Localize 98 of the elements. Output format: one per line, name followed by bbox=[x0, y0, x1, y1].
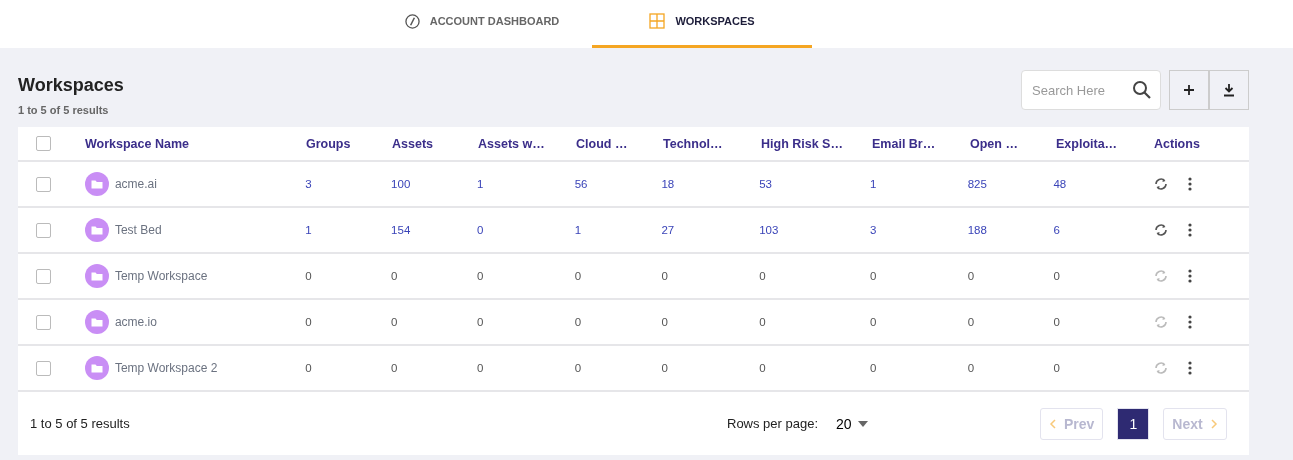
column-header[interactable]: Technol… bbox=[663, 136, 723, 151]
table-cell[interactable]: 1 bbox=[305, 224, 312, 236]
more-icon[interactable] bbox=[1188, 177, 1193, 191]
table-cell: 0 bbox=[574, 270, 582, 282]
checkbox[interactable] bbox=[36, 314, 51, 330]
more-icon[interactable] bbox=[1188, 269, 1193, 283]
table-cell: 0 bbox=[305, 362, 312, 374]
table-cell[interactable]: 0 bbox=[476, 224, 484, 236]
column-header[interactable]: Workspace Name bbox=[85, 136, 189, 151]
column-header[interactable]: Actions bbox=[1154, 136, 1200, 151]
results-count: 1 to 5 of 5 results bbox=[18, 104, 110, 116]
folder-icon bbox=[84, 356, 109, 380]
sync-icon[interactable] bbox=[1154, 223, 1169, 237]
folder-icon bbox=[84, 310, 109, 334]
column-header[interactable]: Groups bbox=[306, 136, 351, 151]
table-cell: 0 bbox=[869, 270, 877, 282]
more-icon[interactable] bbox=[1188, 361, 1193, 375]
download-button[interactable] bbox=[1209, 70, 1249, 110]
table-cell[interactable]: 3 bbox=[305, 178, 312, 190]
table-cell: 0 bbox=[476, 316, 484, 328]
gauge-icon bbox=[404, 13, 420, 29]
table-cell: 0 bbox=[1053, 316, 1060, 328]
table-cell: 0 bbox=[391, 270, 398, 282]
sync-icon[interactable] bbox=[1154, 177, 1169, 191]
column-header[interactable]: Open … bbox=[970, 136, 1018, 151]
table-cell: 0 bbox=[661, 316, 668, 328]
folder-icon bbox=[84, 218, 109, 242]
workspace-name[interactable]: Temp Workspace 2 bbox=[114, 361, 218, 375]
table-cell: 0 bbox=[869, 362, 877, 374]
checkbox[interactable] bbox=[36, 360, 51, 376]
table-cell[interactable]: 1 bbox=[574, 224, 582, 236]
table-cell: 0 bbox=[967, 316, 975, 328]
workspace-name[interactable]: acme.ai bbox=[114, 177, 157, 191]
more-icon[interactable] bbox=[1188, 223, 1193, 237]
table-cell: 0 bbox=[759, 362, 766, 374]
checkbox[interactable] bbox=[36, 176, 51, 192]
grid-icon bbox=[649, 13, 666, 29]
more-icon[interactable] bbox=[1188, 315, 1193, 329]
table-cell[interactable]: 48 bbox=[1053, 178, 1067, 190]
table-cell: 0 bbox=[391, 316, 398, 328]
table-cell[interactable]: 1 bbox=[476, 178, 484, 190]
results-count: 1 to 5 of 5 results bbox=[30, 416, 131, 431]
nav-tab[interactable]: WORKSPACES bbox=[592, 0, 812, 48]
table-cell: 0 bbox=[759, 270, 766, 282]
workspace-name[interactable]: Temp Workspace bbox=[114, 269, 208, 283]
column-header[interactable]: Assets bbox=[392, 136, 433, 151]
page-button[interactable]: 1 bbox=[1117, 407, 1150, 440]
search-field[interactable]: Search Here bbox=[1021, 70, 1161, 110]
checkbox[interactable] bbox=[36, 222, 51, 238]
table-cell[interactable]: 154 bbox=[391, 224, 411, 236]
table-cell: 0 bbox=[1053, 362, 1060, 374]
column-header[interactable]: High Risk S… bbox=[761, 136, 843, 151]
table-cell[interactable]: 56 bbox=[574, 178, 588, 190]
page-title: Workspaces bbox=[18, 75, 124, 96]
table-cell[interactable]: 100 bbox=[391, 178, 411, 190]
column-header[interactable]: Email Br… bbox=[872, 136, 936, 151]
table-cell[interactable]: 188 bbox=[967, 224, 987, 236]
table-cell[interactable]: 3 bbox=[869, 224, 877, 236]
table-cell[interactable]: 825 bbox=[967, 178, 987, 190]
table-cell: 0 bbox=[759, 316, 766, 328]
rows-per-page-select[interactable]: 20 bbox=[830, 414, 874, 433]
folder-icon bbox=[84, 264, 109, 288]
table-cell: 0 bbox=[869, 316, 877, 328]
table-cell: 0 bbox=[305, 270, 312, 282]
checkbox[interactable] bbox=[36, 268, 51, 284]
workspace-name[interactable]: acme.io bbox=[114, 315, 157, 329]
table-cell: 0 bbox=[661, 270, 668, 282]
checkbox[interactable] bbox=[36, 136, 51, 151]
table-cell: 0 bbox=[574, 316, 582, 328]
table-cell: 0 bbox=[967, 270, 975, 282]
nav-tab[interactable]: ACCOUNT DASHBOARD bbox=[372, 0, 592, 48]
column-header[interactable]: Assets w… bbox=[478, 136, 545, 151]
chevron-left-icon bbox=[1049, 418, 1056, 429]
caret-icon bbox=[857, 420, 868, 427]
plus-icon bbox=[1183, 84, 1195, 96]
table-cell: 0 bbox=[476, 270, 484, 282]
table-cell: 0 bbox=[476, 362, 484, 374]
table-cell: 0 bbox=[661, 362, 668, 374]
column-header[interactable]: Exploita… bbox=[1056, 136, 1118, 151]
table-cell: 0 bbox=[391, 362, 398, 374]
table-cell[interactable]: 18 bbox=[661, 178, 675, 190]
table-cell[interactable]: 53 bbox=[759, 178, 772, 190]
table-cell: 0 bbox=[967, 362, 975, 374]
table-cell[interactable]: 6 bbox=[1053, 224, 1060, 236]
rows-per-page-label: Rows per page: bbox=[727, 416, 819, 431]
table-cell[interactable]: 27 bbox=[661, 224, 675, 236]
table-cell: 0 bbox=[1053, 270, 1060, 282]
table-cell[interactable]: 103 bbox=[759, 224, 779, 236]
search-icon bbox=[1132, 80, 1152, 100]
column-header[interactable]: Cloud … bbox=[576, 136, 628, 151]
workspace-name[interactable]: Test Bed bbox=[114, 223, 162, 237]
download-icon bbox=[1223, 83, 1235, 97]
table-cell[interactable]: 1 bbox=[869, 178, 877, 190]
table-cell: 0 bbox=[574, 362, 582, 374]
folder-icon bbox=[84, 172, 109, 196]
table-cell: 0 bbox=[305, 316, 312, 328]
add-button[interactable] bbox=[1169, 70, 1209, 110]
chevron-right-icon bbox=[1210, 418, 1218, 429]
